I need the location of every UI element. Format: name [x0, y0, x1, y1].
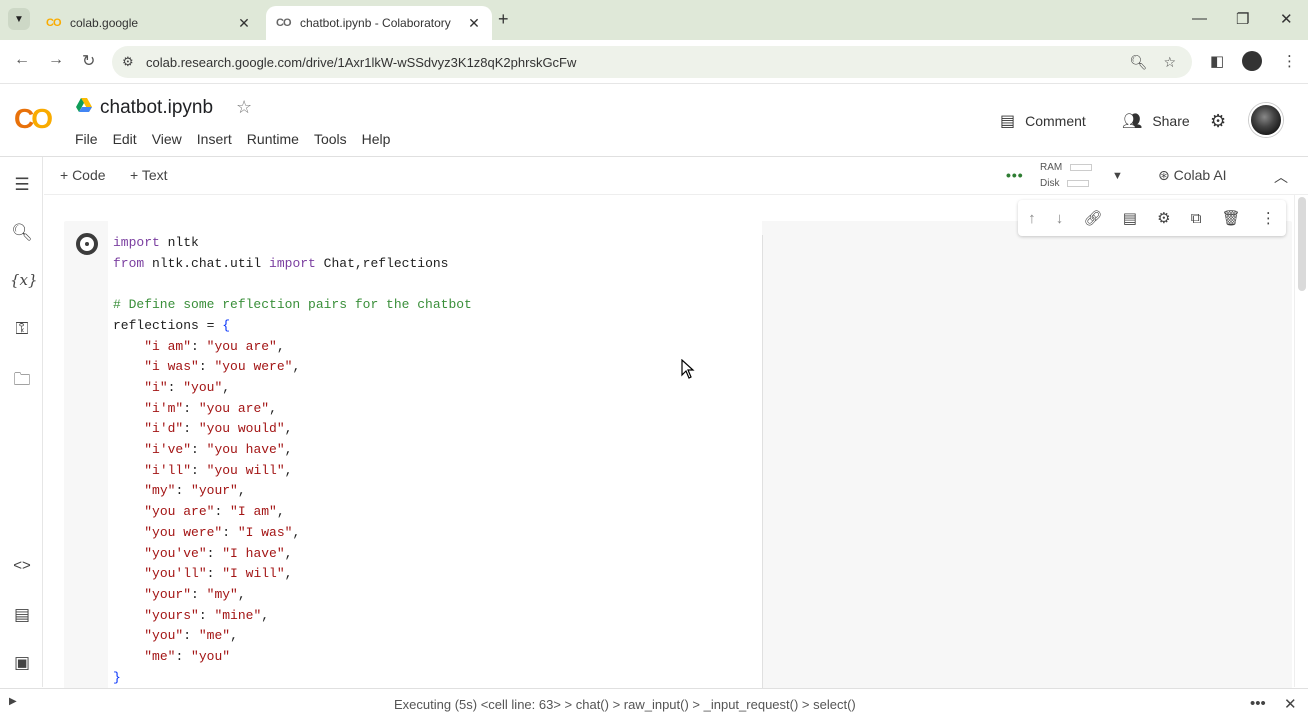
profile-avatar-icon[interactable] — [1242, 51, 1262, 71]
code-cell[interactable]: import nltk from nltk.chat.util import C… — [64, 221, 1292, 691]
share-button[interactable]: 👥︎ Share — [1122, 111, 1190, 131]
reload-icon[interactable]: ↻ — [82, 51, 95, 71]
menu-bar: File Edit View Insert Runtime Tools Help — [75, 131, 405, 147]
close-window-icon[interactable]: ✕ — [1280, 10, 1293, 28]
code-editor[interactable]: import nltk from nltk.chat.util import C… — [108, 221, 762, 691]
variables-icon[interactable]: {x} — [10, 271, 38, 289]
add-text-button[interactable]: + Text — [130, 167, 168, 183]
comment-button[interactable]: ▤ Comment — [1000, 111, 1086, 131]
add-code-button[interactable]: + Code — [60, 167, 106, 183]
browser-tab-strip: ▼ CO colab.google ✕ CO chatbot.ipynb - C… — [0, 0, 1308, 40]
forward-arrow-icon[interactable]: → — [48, 51, 64, 69]
colab-ai-label: Colab AI — [1173, 167, 1227, 183]
bookmark-star-icon[interactable]: ☆ — [1163, 54, 1176, 71]
zoom-icon[interactable]: 🔍︎ — [1130, 54, 1148, 71]
secrets-key-icon[interactable]: ⚿ — [10, 319, 34, 339]
notebook-cells: import nltk from nltk.chat.util import C… — [44, 195, 1294, 691]
url-text: colab.research.google.com/drive/1Axr1lkW… — [146, 54, 577, 70]
link-to-cell-icon[interactable]: 🔗︎ — [1083, 209, 1102, 227]
cell-toolbar: ↑ ↓ 🔗︎ ▤ ⚙ ⧉ 🗑︎ ⋮ — [1018, 200, 1286, 236]
command-palette-icon[interactable]: ▤ — [10, 605, 34, 625]
move-cell-down-icon[interactable]: ↓ — [1056, 210, 1064, 227]
back-arrow-icon[interactable]: ← — [14, 51, 30, 69]
colab-favicon-icon: CO — [46, 17, 62, 29]
ram-label: RAM — [1040, 162, 1063, 173]
menu-file[interactable]: File — [75, 131, 98, 147]
collapse-chevron-up-icon[interactable]: ︿ — [1274, 167, 1288, 187]
tab-search-chevron-icon[interactable]: ▼ — [8, 8, 30, 30]
delete-cell-icon[interactable]: 🗑︎ — [1222, 209, 1241, 227]
mirror-cell-icon[interactable]: ⧉ — [1191, 210, 1202, 227]
ram-disk-indicator[interactable]: RAM Disk — [1040, 160, 1093, 192]
code-snippets-icon[interactable]: <> — [10, 557, 34, 574]
terminal-icon[interactable]: ▣ — [10, 653, 34, 673]
site-settings-icon[interactable]: ⚙ — [122, 54, 146, 70]
left-sidebar: ☰ 🔍︎ {x} ⚿ 🗀 <> ▤ ▣ — [0, 157, 43, 687]
colab-header: CO chatbot.ipynb ☆ File Edit View Insert… — [0, 85, 1308, 157]
menu-edit[interactable]: Edit — [113, 131, 137, 147]
code-line: nltk — [167, 235, 199, 250]
runtime-status-dots-icon[interactable]: ••• — [1006, 167, 1024, 183]
menu-tools[interactable]: Tools — [314, 131, 347, 147]
cell-running-stop-icon[interactable] — [76, 233, 98, 255]
menu-help[interactable]: Help — [362, 131, 391, 147]
ruler-line — [762, 235, 763, 691]
disk-label: Disk — [1040, 178, 1060, 189]
star-notebook-icon[interactable]: ☆ — [236, 97, 252, 118]
browser-tab-colab-google[interactable]: CO colab.google ✕ — [36, 6, 262, 40]
close-tab-icon[interactable]: ✕ — [466, 15, 482, 32]
execution-status-text: Executing (5s) <cell line: 63> > chat() … — [394, 697, 856, 712]
browser-tab-chatbot[interactable]: CO chatbot.ipynb - Colaboratory ✕ — [266, 6, 492, 40]
menu-view[interactable]: View — [152, 131, 182, 147]
expand-status-caret-icon[interactable]: ▶ — [9, 696, 17, 707]
tab-title: colab.google — [70, 16, 139, 30]
files-folder-icon[interactable]: 🗀 — [10, 367, 34, 396]
comment-icon: ▤ — [1000, 113, 1016, 130]
cell-settings-gear-icon[interactable]: ⚙ — [1157, 209, 1170, 227]
status-bar: ▶ Executing (5s) <cell line: 63> > chat(… — [0, 688, 1308, 720]
table-of-contents-icon[interactable]: ☰ — [10, 175, 34, 195]
search-icon[interactable]: 🔍︎ — [10, 223, 34, 243]
comment-label: Comment — [1025, 113, 1086, 129]
google-drive-icon — [76, 98, 92, 112]
disk-bar — [1067, 179, 1090, 187]
code-text[interactable]: import nltk from nltk.chat.util import C… — [113, 233, 472, 688]
tab-title: chatbot.ipynb - Colaboratory — [300, 16, 451, 30]
close-tab-icon[interactable]: ✕ — [236, 15, 252, 32]
runtime-dropdown-icon[interactable]: ▼ — [1112, 170, 1123, 182]
colab-ai-button[interactable]: ⊛ Colab AI — [1158, 167, 1227, 184]
side-panel-icon[interactable]: ◧ — [1210, 52, 1224, 70]
new-tab-plus-icon[interactable]: + — [498, 9, 509, 30]
browser-menu-icon[interactable]: ⋮ — [1282, 52, 1297, 70]
user-avatar[interactable] — [1249, 103, 1283, 137]
more-actions-icon[interactable]: ⋮ — [1261, 209, 1276, 227]
share-label: Share — [1152, 113, 1190, 129]
add-comment-icon[interactable]: ▤ — [1123, 209, 1137, 227]
minimize-icon[interactable]: — — [1192, 10, 1207, 27]
settings-gear-icon[interactable]: ⚙ — [1210, 111, 1226, 132]
colab-favicon-icon: CO — [276, 17, 292, 29]
status-more-icon[interactable]: ••• — [1250, 695, 1266, 712]
browser-toolbar: ← → ↻ ⚙ colab.research.google.com/drive/… — [0, 40, 1308, 84]
move-cell-up-icon[interactable]: ↑ — [1028, 210, 1036, 227]
scrollbar-thumb[interactable] — [1298, 197, 1306, 291]
ram-bar — [1070, 163, 1093, 171]
colab-ai-icon: ⊛ — [1158, 167, 1170, 183]
notebook-title[interactable]: chatbot.ipynb — [100, 97, 213, 119]
share-people-icon: 👥︎ — [1122, 113, 1143, 130]
close-status-icon[interactable]: ✕ — [1284, 695, 1297, 713]
mouse-pointer-icon — [681, 359, 695, 379]
menu-insert[interactable]: Insert — [197, 131, 232, 147]
vertical-scrollbar[interactable] — [1294, 195, 1308, 687]
colab-logo[interactable]: CO — [14, 103, 53, 135]
notebook-toolbar: + Code + Text ••• RAM Disk ▼ ⊛ Colab AI … — [44, 157, 1308, 195]
restore-window-icon[interactable]: ❐ — [1236, 10, 1249, 28]
menu-runtime[interactable]: Runtime — [247, 131, 299, 147]
address-bar[interactable]: ⚙ colab.research.google.com/drive/1Axr1l… — [112, 46, 1192, 78]
